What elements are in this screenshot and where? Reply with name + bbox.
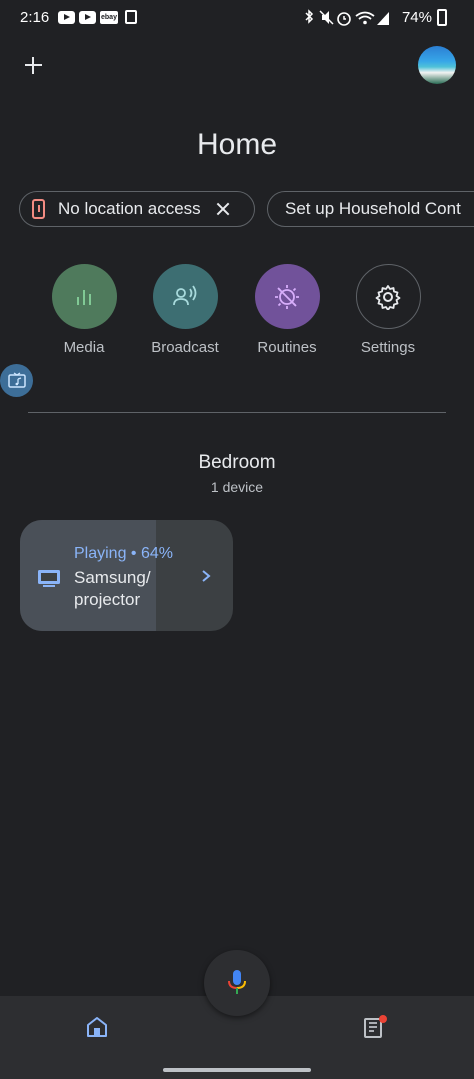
tv-music-icon <box>7 371 26 388</box>
broadcast-action[interactable]: Broadcast <box>135 264 235 356</box>
copy-icon <box>125 10 137 24</box>
location-access-chip[interactable]: No location access <box>19 191 255 227</box>
youtube-icon <box>58 10 75 24</box>
settings-button[interactable] <box>355 264 421 329</box>
close-icon[interactable] <box>215 201 231 217</box>
page-title: Home <box>196 128 278 161</box>
status-time: 2:16 <box>20 9 50 26</box>
gesture-bar <box>163 1068 311 1072</box>
battery-icon <box>437 9 447 26</box>
action-label: Media <box>63 339 105 356</box>
room-device-count: 1 device <box>210 479 264 495</box>
bars-icon <box>77 289 91 305</box>
household-contacts-chip[interactable]: Set up Household Cont <box>267 191 474 227</box>
tv-icon <box>38 570 60 587</box>
floating-tv-badge[interactable] <box>0 364 33 397</box>
room-title: Bedroom <box>198 452 276 473</box>
broadcast-icon <box>173 284 197 305</box>
avatar[interactable] <box>418 46 456 84</box>
routines-button[interactable] <box>254 264 320 329</box>
home-icon <box>87 1017 107 1037</box>
chip-label: No location access <box>58 199 201 218</box>
device-status: Playing • 64% <box>74 545 173 562</box>
status-bar: 2:16 ebay 74% <box>0 0 474 36</box>
battery-percent: 74% <box>401 9 432 26</box>
routines-icon <box>275 284 299 309</box>
media-button[interactable] <box>51 264 117 329</box>
device-card[interactable]: Playing • 64% Samsung/ projector <box>20 520 233 631</box>
media-action[interactable]: Media <box>34 264 134 356</box>
device-name: Samsung/ projector <box>74 568 151 609</box>
feed-icon <box>364 1015 387 1038</box>
bluetooth-mute-alarm-wifi-signal-icons <box>305 9 389 26</box>
action-label: Routines <box>257 339 317 356</box>
settings-action[interactable]: Settings <box>338 264 438 356</box>
feed-tab[interactable] <box>362 1014 388 1045</box>
ebay-icon: ebay <box>100 10 118 24</box>
chevron-right-icon[interactable] <box>200 569 212 583</box>
notification-icons: ebay <box>58 10 137 24</box>
phone-alert-icon <box>32 199 45 219</box>
divider <box>28 412 446 413</box>
system-icons <box>303 9 401 32</box>
broadcast-button[interactable] <box>152 264 218 329</box>
action-label: Broadcast <box>151 339 219 356</box>
chip-label: Set up Household Cont <box>285 199 461 218</box>
youtube-icon <box>79 10 96 24</box>
add-button[interactable] <box>20 52 46 78</box>
action-label: Settings <box>360 339 416 356</box>
routines-action[interactable]: Routines <box>237 264 337 356</box>
assistant-mic-button[interactable] <box>204 950 270 1016</box>
home-tab[interactable] <box>86 1016 108 1043</box>
mic-icon <box>228 970 246 994</box>
gear-icon <box>375 284 401 310</box>
